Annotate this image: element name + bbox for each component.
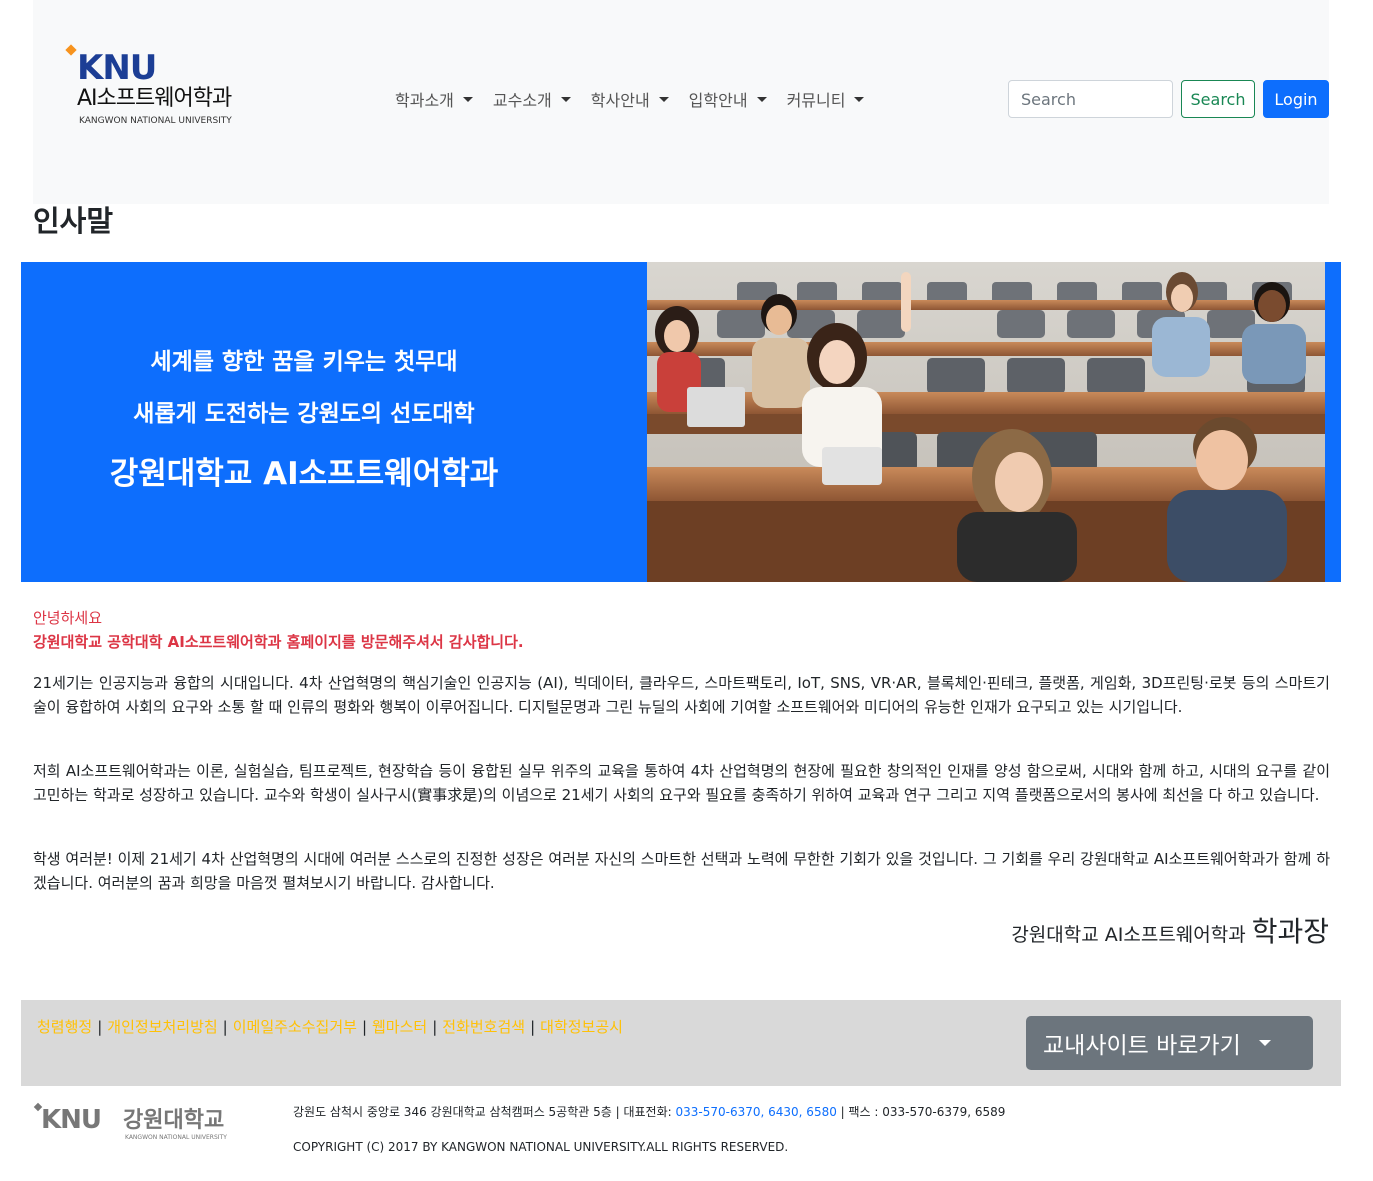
nav-professors[interactable]: 교수소개 (493, 86, 571, 112)
banner-text: 세계를 향한 꿈을 키우는 첫무대 새롭게 도전하는 강원도의 선도대학 강원대… (21, 262, 647, 582)
nav-dept-intro[interactable]: 학과소개 (395, 86, 473, 112)
caret-down-icon (756, 96, 767, 102)
message-paragraph-2: 저희 AI소프트웨어학과는 이론, 실험실습, 팀프로젝트, 현장학습 등이 융… (33, 762, 1331, 804)
footer-separator: | (530, 1018, 536, 1036)
campus-sites-label: 교내사이트 바로가기 (1043, 1033, 1241, 1059)
banner-slogan-2: 새롭게 도전하는 강원도의 선도대학 (133, 401, 475, 427)
footer-separator: | (222, 1018, 228, 1036)
classroom-students-photo (647, 262, 1325, 582)
message-paragraph-1: 21세기는 인공지능과 융합의 시대입니다. 4차 산업혁명의 핵심기술인 인공… (33, 674, 1330, 716)
nav-label: 입학안내 (688, 91, 748, 110)
main-nav: 학과소개 교수소개 학사안내 입학안내 커뮤니티 (395, 86, 865, 112)
footer-knu-logo: KNU 강원대학교 KANGWON NATIONAL UNIVERSITY (33, 1102, 253, 1148)
classroom-illustration (647, 262, 1325, 582)
footer-link-privacy[interactable]: 개인정보처리방침 (107, 1018, 217, 1036)
caret-down-icon (854, 96, 865, 102)
page-title: 인사말 (33, 204, 114, 238)
caret-down-icon (658, 96, 669, 102)
nav-label: 학사안내 (590, 91, 650, 110)
footer-address: 강원도 삼척시 중앙로 346 강원대학교 삼척캠퍼스 5공학관 5층 | 대표… (293, 1104, 1005, 1120)
footer-link-webmaster[interactable]: 웹마스터 (372, 1018, 427, 1036)
signature-title: 학과장 (1251, 915, 1329, 948)
footer-link-phone-search[interactable]: 전화번호검색 (442, 1018, 525, 1036)
footer-link-integrity[interactable]: 청렴행정 (37, 1018, 92, 1036)
login-button[interactable]: Login (1263, 80, 1329, 118)
footer-separator: | (97, 1018, 103, 1036)
footer-logo-english: KANGWON NATIONAL UNIVERSITY (125, 1134, 227, 1141)
hero-banner: 세계를 향한 꿈을 키우는 첫무대 새롭게 도전하는 강원도의 선도대학 강원대… (21, 262, 1341, 582)
message-paragraph-3: 학생 여러분! 이제 21세기 4차 산업혁명의 시대에 여러분 스스로의 진정… (33, 850, 1330, 892)
copyright: COPYRIGHT (C) 2017 BY KANGWON NATIONAL U… (293, 1140, 789, 1154)
footer-separator: | (361, 1018, 367, 1036)
footer-logo-mark: KNU (41, 1105, 102, 1135)
footer-link-disclosure[interactable]: 대학정보공시 (540, 1018, 623, 1036)
search-input[interactable] (1008, 80, 1173, 118)
footer-separator: | (432, 1018, 438, 1036)
signature-dept: 강원대학교 AI소프트웨어학과 (1011, 924, 1246, 946)
caret-down-icon (462, 96, 473, 102)
knu-logo[interactable]: KNU AI소프트웨어학과 KANGWON NATIONAL UNIVERSIT… (63, 42, 293, 132)
search-button[interactable]: Search (1181, 80, 1255, 118)
logo-university-name: KANGWON NATIONAL UNIVERSITY (79, 116, 232, 126)
signature: 강원대학교 AI소프트웨어학과 학과장 (1011, 910, 1329, 950)
banner-slogan-1: 세계를 향한 꿈을 키우는 첫무대 (150, 349, 458, 375)
greeting-thanks: 강원대학교 공학대학 AI소프트웨어학과 홈페이지를 방문해주셔서 감사합니다. (33, 633, 524, 651)
footer-bar: 청렴행정 | 개인정보처리방침 | 이메일주소수집거부 | 웹마스터 | 전화번호검색 | 대학정보… (21, 1000, 1341, 1086)
site-header: KNU AI소프트웨어학과 KANGWON NATIONAL UNIVERSIT… (33, 0, 1329, 204)
banner-department: 강원대학교 AI소프트웨어학과 (109, 456, 499, 492)
footer-logo-korean: 강원대학교 (123, 1108, 225, 1133)
logo-department-name: AI소프트웨어학과 (77, 86, 232, 111)
caret-down-icon (1258, 1040, 1271, 1046)
greeting-hello: 안녕하세요 (33, 609, 103, 627)
campus-sites-dropdown[interactable]: 교내사이트 바로가기 (1026, 1016, 1313, 1070)
caret-down-icon (560, 96, 571, 102)
nav-academics[interactable]: 학사안내 (591, 86, 669, 112)
nav-label: 교수소개 (492, 91, 552, 110)
fax-text: | 팩스 : 033-570-6379, 6589 (836, 1105, 1006, 1119)
logo-knu-mark: KNU (77, 48, 157, 88)
greeting: 안녕하세요 강원대학교 공학대학 AI소프트웨어학과 홈페이지를 방문해주셔서 … (33, 606, 524, 654)
nav-admissions[interactable]: 입학안내 (689, 86, 767, 112)
footer-links: 청렴행정 | 개인정보처리방침 | 이메일주소수집거부 | 웹마스터 | 전화번호검색 | 대학정보… (37, 1016, 623, 1037)
logo-diamond-icon (65, 44, 77, 56)
nav-label: 학과소개 (395, 91, 454, 110)
nav-label: 커뮤니티 (786, 91, 846, 110)
address-text: 강원도 삼척시 중앙로 346 강원대학교 삼척캠퍼스 5공학관 5층 | 대표… (293, 1105, 676, 1119)
footer-link-email-refusal[interactable]: 이메일주소수집거부 (233, 1018, 357, 1036)
phone-link[interactable]: 033-570-6370, 6430, 6580 (676, 1105, 837, 1119)
nav-community[interactable]: 커뮤니티 (787, 86, 865, 112)
